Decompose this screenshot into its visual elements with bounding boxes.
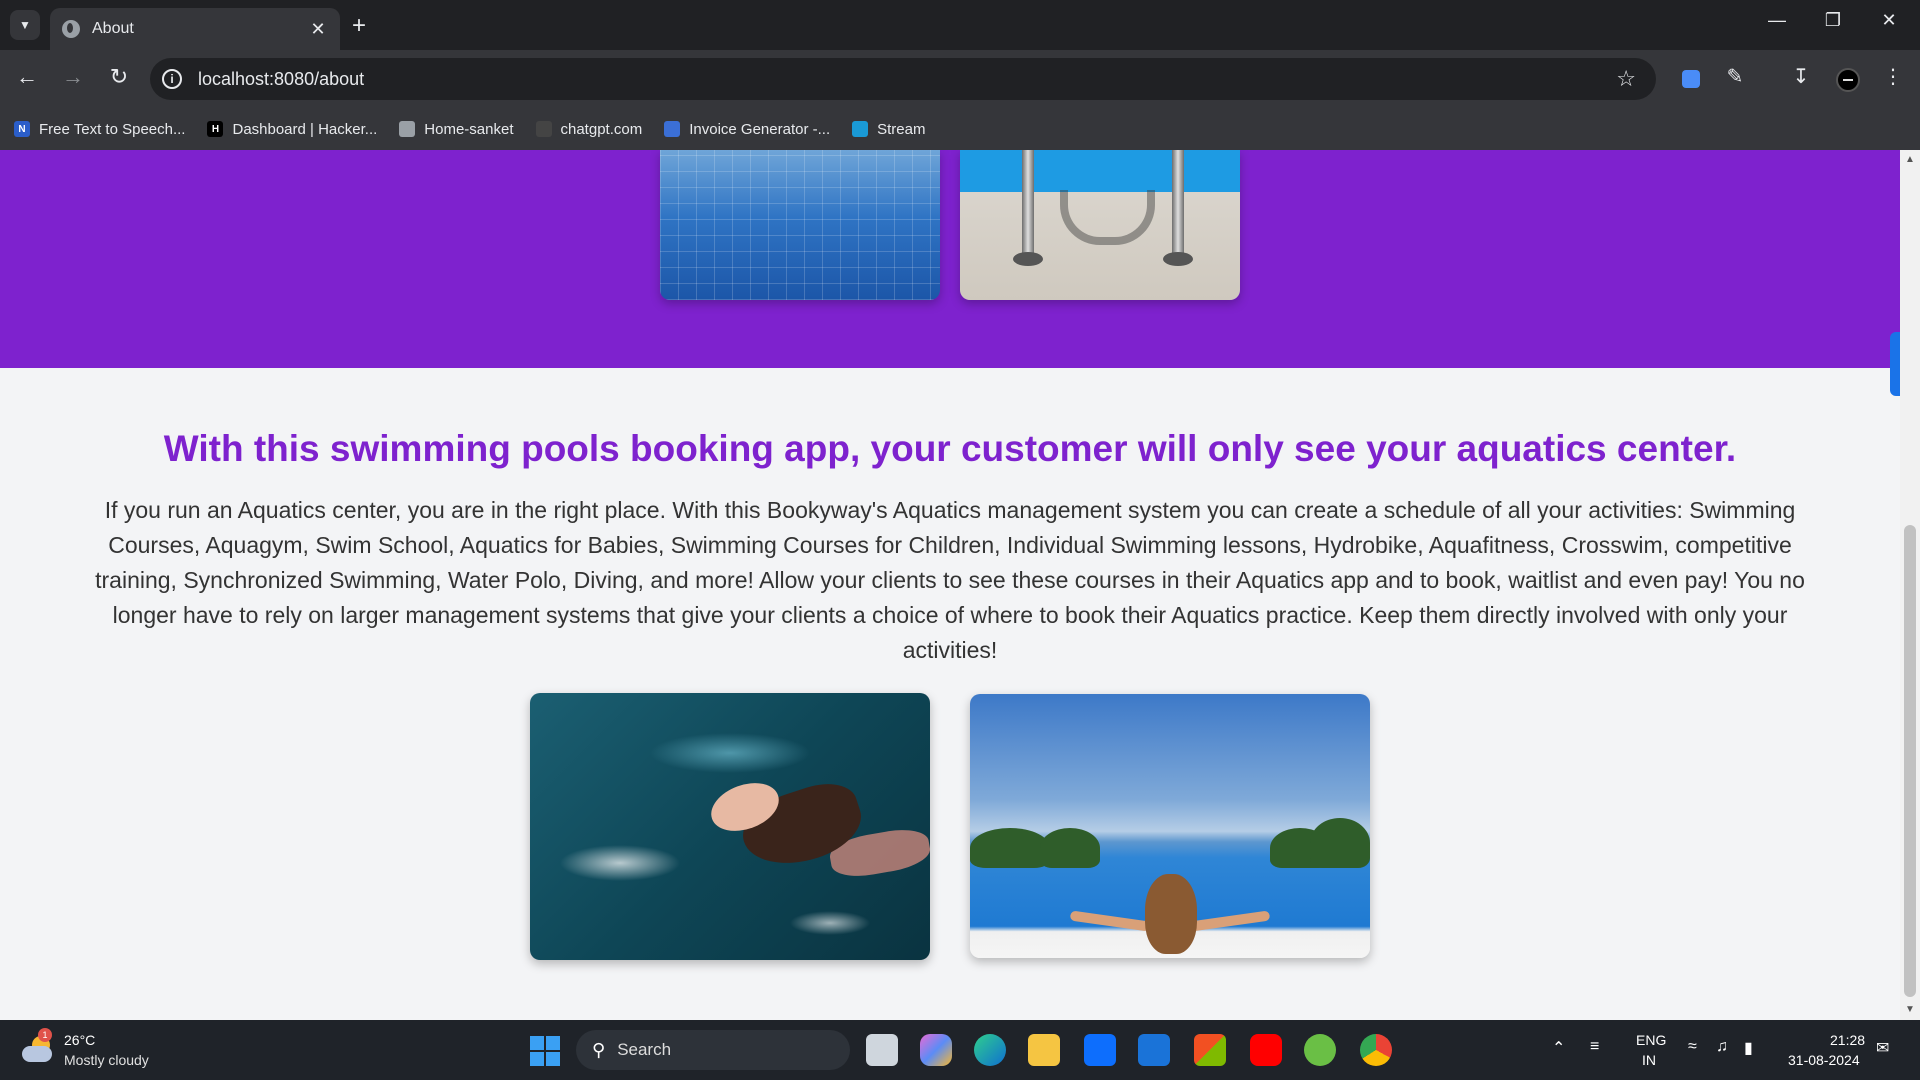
ladder-foot [1013, 252, 1043, 266]
windows-start-icon[interactable] [530, 1036, 560, 1066]
chevron-down-icon: ▼ [19, 18, 31, 32]
window-close-button[interactable]: ✕ [1866, 10, 1912, 31]
spring-app-icon[interactable] [1304, 1034, 1336, 1066]
bookmark-favicon-icon [535, 121, 552, 137]
palm-tree [1310, 818, 1370, 868]
ladder-foot [1163, 252, 1193, 266]
pen-menu-icon[interactable]: ≡ [1590, 1038, 1599, 1056]
extension-icon[interactable] [1682, 70, 1700, 88]
section-body-text: If you run an Aquatics center, you are i… [95, 497, 1805, 663]
hero-band [0, 150, 1900, 368]
restore-button[interactable]: ❐ [1810, 10, 1856, 31]
chrome-icon[interactable] [1360, 1034, 1392, 1066]
file-explorer-icon[interactable] [1028, 1034, 1060, 1066]
language-top[interactable]: ENG [1636, 1032, 1666, 1048]
profile-avatar[interactable] [1836, 68, 1860, 92]
bookmark-favicon-icon [399, 121, 416, 137]
tab-search-button[interactable]: ▼ [10, 10, 40, 40]
bookmarks-bar: N Free Text to Speech... H Dashboard | Hack… [0, 108, 1920, 150]
menu-kebab-icon[interactable]: ⋮ [1878, 64, 1908, 89]
scroll-down-arrow-icon[interactable]: ▼ [1905, 1004, 1915, 1015]
ladder-rail [1022, 150, 1034, 260]
bookmark-favicon-icon [664, 121, 681, 137]
task-view-icon[interactable] [866, 1034, 898, 1066]
page-scrollbar[interactable]: ▲ ▼ [1900, 150, 1920, 1020]
taskbar-search[interactable]: ⚲ Search [576, 1030, 850, 1070]
search-icon: ⚲ [592, 1039, 606, 1060]
bookmark-item[interactable]: Stream [852, 121, 925, 138]
back-button[interactable]: ← [12, 64, 42, 90]
weather-badge: 1 [38, 1028, 52, 1042]
scrollbar-thumb[interactable] [1904, 525, 1916, 997]
battery-icon[interactable]: ▮ [1744, 1038, 1753, 1058]
volume-icon[interactable]: ♫ [1716, 1038, 1728, 1056]
side-panel-tab[interactable] [1890, 332, 1900, 396]
palm-tree [1040, 828, 1100, 868]
bookmark-label: Home-sanket [424, 120, 514, 138]
bookmark-favicon-icon: H [207, 121, 224, 137]
scroll-up-arrow-icon[interactable]: ▲ [1905, 154, 1915, 165]
close-icon[interactable]: ✕ [308, 19, 328, 40]
dropbox-icon[interactable] [1084, 1034, 1116, 1066]
copilot-icon[interactable] [920, 1034, 952, 1066]
pool-tiles-image [660, 150, 940, 300]
woman-hair [1145, 874, 1197, 954]
weather-temperature[interactable]: 26°C [64, 1032, 95, 1048]
page-viewport: With this swimming pools booking app, yo… [0, 150, 1920, 1020]
taskbar: 1 26°C Mostly cloudy ⚲ Search ⌃ ≡ ENG IN… [0, 1020, 1920, 1080]
bookmark-item[interactable]: Home-sanket [399, 120, 514, 138]
bookmark-label: chatgpt.com [560, 120, 643, 138]
bookmark-star-icon[interactable]: ☆ [1616, 66, 1636, 92]
forward-button[interactable]: → [58, 64, 88, 90]
extensions-puzzle-icon[interactable]: ✎ [1720, 64, 1750, 89]
infinity-pool-image [970, 694, 1370, 958]
site-info-icon[interactable]: i [162, 69, 182, 89]
language-bottom[interactable]: IN [1642, 1052, 1656, 1068]
url-text[interactable]: localhost:8080/about [198, 69, 364, 90]
bookmark-label: Stream [877, 120, 926, 138]
store-icon[interactable] [1194, 1034, 1226, 1066]
bookmark-label: Free Text to Speech... [39, 120, 186, 138]
youtube-icon[interactable] [1250, 1034, 1282, 1066]
cloud-icon [22, 1046, 52, 1062]
download-icon[interactable]: ↧ [1786, 64, 1816, 89]
ladder-shadow [1060, 190, 1155, 245]
palm-tree [970, 828, 1050, 868]
tab-strip: ▼ About ✕ + — ❐ ✕ [0, 0, 1920, 50]
bookmark-item[interactable]: H Dashboard | Hacker... [207, 121, 377, 138]
chevron-up-icon[interactable]: ⌃ [1552, 1038, 1565, 1058]
address-bar[interactable]: i localhost:8080/about ☆ [150, 58, 1656, 100]
tab-title: About [92, 20, 134, 37]
woman-arm [1189, 910, 1271, 932]
bookmark-favicon-icon [852, 121, 869, 137]
notification-bell-icon[interactable]: ✉ [1876, 1038, 1889, 1058]
bookmark-item[interactable]: chatgpt.com [535, 120, 643, 138]
bookmark-label: Dashboard | Hacker... [232, 120, 378, 138]
new-tab-button[interactable]: + [352, 12, 366, 40]
search-label: Search [617, 1040, 672, 1059]
bookmark-item[interactable]: Invoice Generator -... [664, 121, 830, 138]
globe-icon [62, 20, 80, 38]
clock-date[interactable]: 31-08-2024 [1788, 1052, 1860, 1068]
woman-arm [1069, 910, 1151, 932]
bookmark-favicon-icon: N [14, 121, 30, 137]
clock-time[interactable]: 21:28 [1830, 1032, 1865, 1048]
edge-icon[interactable] [974, 1034, 1006, 1066]
section-headline: With this swimming pools booking app, yo… [163, 428, 1737, 469]
pool-ladder-image [960, 150, 1240, 300]
notes-app-icon[interactable] [1138, 1034, 1170, 1066]
bookmark-item[interactable]: N Free Text to Speech... [14, 121, 185, 138]
tab-about[interactable]: About ✕ [50, 8, 340, 50]
minimize-button[interactable]: — [1754, 10, 1800, 31]
weather-condition[interactable]: Mostly cloudy [64, 1052, 149, 1068]
bookmark-label: Invoice Generator -... [689, 120, 831, 138]
reload-button[interactable]: ↻ [104, 64, 134, 90]
wifi-icon[interactable]: ≈ [1688, 1038, 1697, 1056]
ladder-rail [1172, 150, 1184, 260]
floating-swimmer-image [530, 693, 930, 960]
browser-toolbar: ← → ↻ i localhost:8080/about ☆ ✎ ↧ ⋮ [0, 50, 1920, 108]
